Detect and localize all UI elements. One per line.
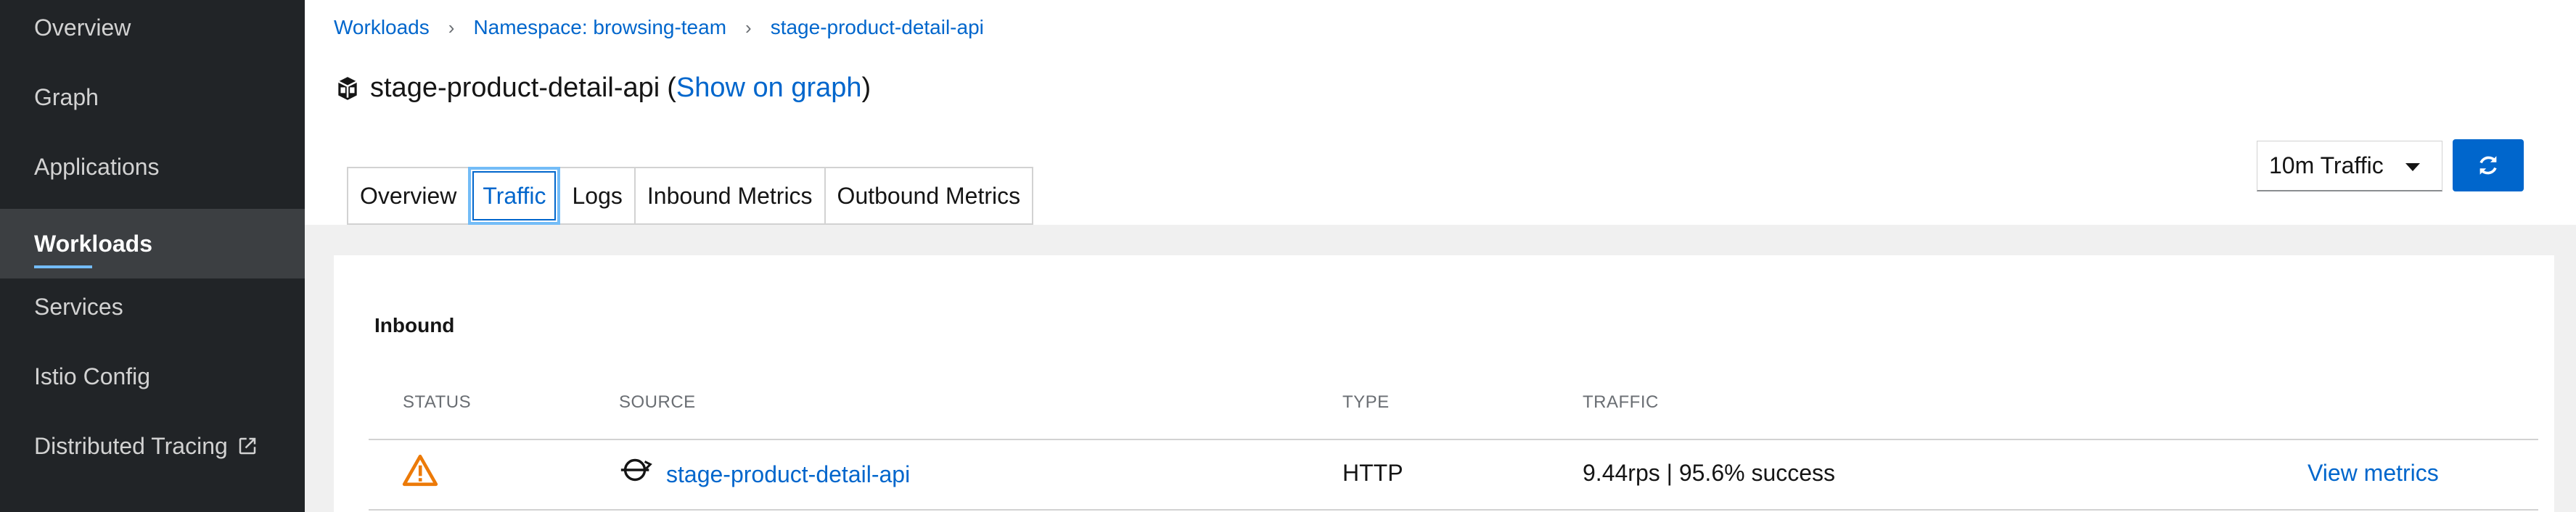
sidebar-item-label: Graph [34, 83, 99, 110]
tab-label: Overview [360, 182, 457, 209]
sidebar-item-label: Services [34, 293, 123, 320]
close-paren: ) [861, 73, 871, 103]
source-link[interactable]: stage-product-detail-api [666, 461, 910, 488]
sidebar-item-istio-config[interactable]: Istio Config [0, 342, 305, 411]
traffic-value: 9.44rps | 95.6% success [1583, 460, 1836, 486]
tab-label: Outbound Metrics [837, 182, 1021, 209]
detail-tabs: Overview Traffic Logs Inbound Metrics Ou… [347, 167, 1034, 225]
tab-traffic[interactable]: Traffic [468, 167, 561, 225]
traffic-select-value: 10m Traffic [2269, 152, 2384, 178]
table-divider [369, 439, 2538, 440]
breadcrumb-current[interactable]: stage-product-detail-api [771, 16, 984, 39]
sidebar-item-graph[interactable]: Graph [0, 62, 305, 132]
external-link-icon [239, 437, 256, 455]
sidebar-item-workloads[interactable]: Workloads [0, 209, 305, 278]
column-header-status: STATUS [403, 392, 472, 412]
table-divider [369, 509, 2538, 511]
tab-label: Inbound Metrics [647, 182, 813, 209]
main-content: Workloads › Namespace: browsing-team › s… [305, 0, 2576, 512]
sidebar-item-overview[interactable]: Overview [0, 0, 305, 62]
show-on-graph-link[interactable]: Show on graph [676, 73, 862, 104]
tab-inbound-metrics[interactable]: Inbound Metrics [633, 167, 826, 225]
breadcrumb-separator-icon: › [448, 16, 455, 38]
tab-label: Logs [572, 182, 623, 209]
caret-down-icon [2405, 163, 2420, 171]
type-value: HTTP [1342, 460, 1403, 486]
sidebar-item-label: Applications [34, 153, 160, 180]
active-indicator [34, 265, 92, 268]
tab-overview[interactable]: Overview [347, 167, 470, 225]
workload-source-icon [620, 458, 652, 482]
workload-name: stage-product-detail-api [370, 73, 660, 103]
tab-logs[interactable]: Logs [559, 167, 636, 225]
refresh-icon [2479, 156, 2497, 175]
sidebar-item-applications[interactable]: Applications [0, 132, 305, 202]
sidebar-item-label: Distributed Tracing [34, 432, 228, 459]
traffic-duration-select[interactable]: 10m Traffic [2257, 141, 2442, 191]
sidebar-item-label: Overview [34, 14, 131, 41]
view-metrics-link[interactable]: View metrics [2308, 460, 2439, 487]
sidebar: Overview Graph Applications Workloads Se… [0, 0, 305, 512]
breadcrumb-namespace[interactable]: Namespace: browsing-team [473, 16, 726, 39]
tab-label: Traffic [483, 182, 546, 209]
breadcrumb-workloads[interactable]: Workloads [334, 16, 430, 39]
column-header-source: SOURCE [619, 392, 696, 412]
sidebar-item-label: Workloads [34, 230, 152, 257]
breadcrumb-separator-icon: › [745, 16, 752, 38]
workload-icon [337, 76, 358, 100]
column-header-type: TYPE [1342, 392, 1390, 412]
column-header-traffic: TRAFFIC [1583, 392, 1659, 412]
open-paren: ( [667, 73, 676, 103]
breadcrumb: Workloads › Namespace: browsing-team › s… [334, 16, 984, 39]
sidebar-item-distributed-tracing[interactable]: Distributed Tracing [0, 411, 305, 481]
refresh-button[interactable] [2453, 139, 2524, 191]
tab-outbound-metrics[interactable]: Outbound Metrics [824, 167, 1034, 225]
page-title: stage-product-detail-api ( Show on graph… [334, 73, 871, 104]
sidebar-item-label: Istio Config [34, 363, 151, 389]
sidebar-item-services[interactable]: Services [0, 272, 305, 342]
inbound-title: Inbound [374, 314, 455, 336]
warning-icon [402, 454, 438, 487]
